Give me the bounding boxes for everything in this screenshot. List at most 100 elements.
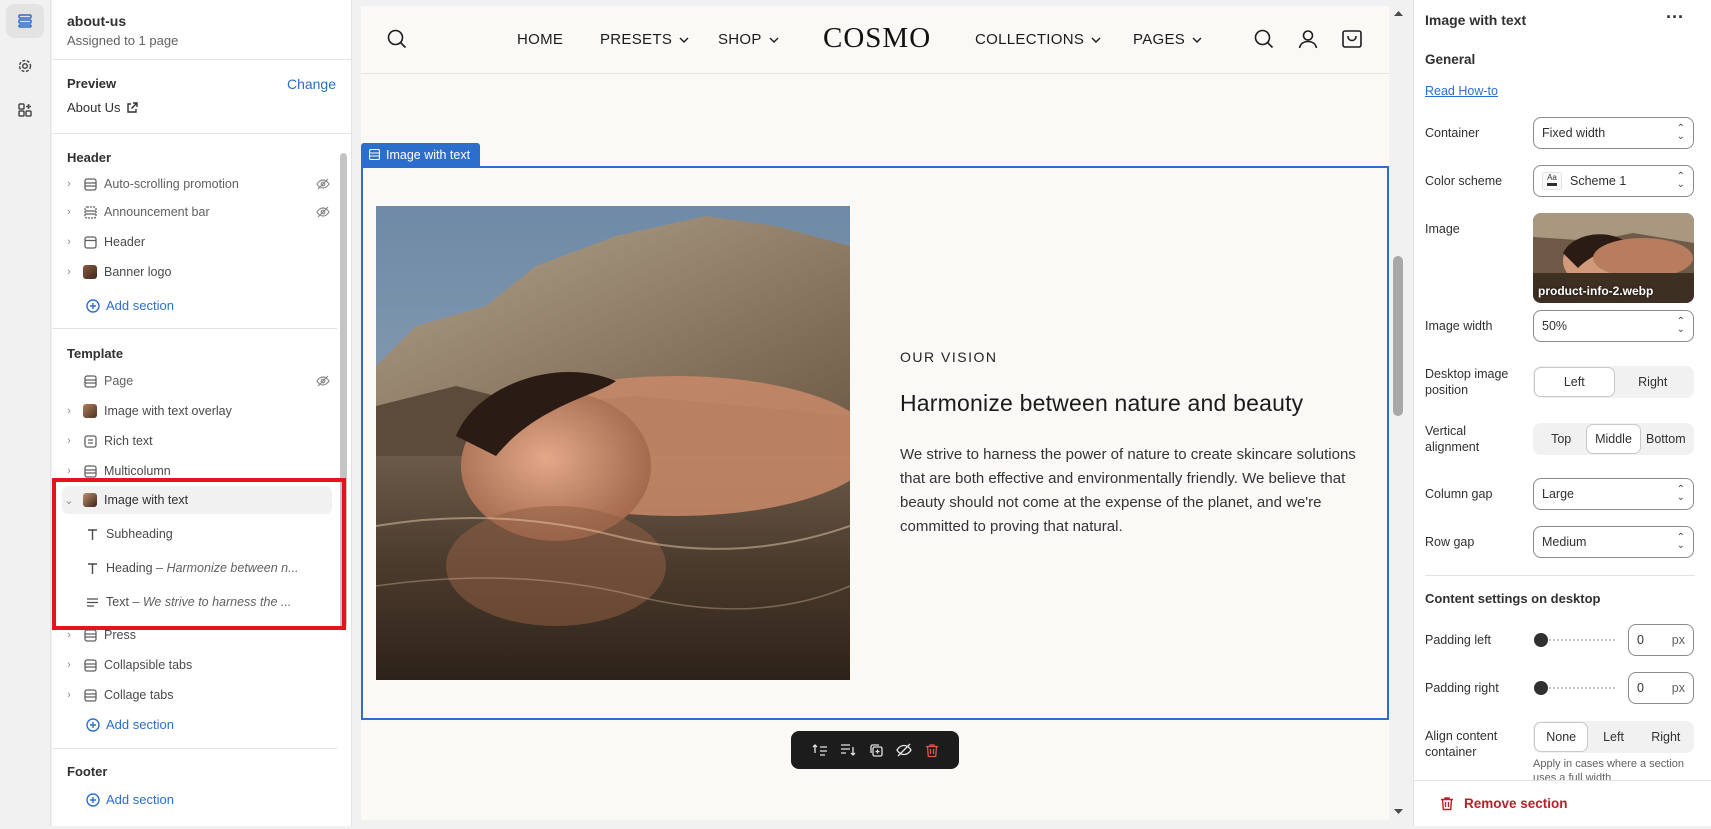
section-icon <box>369 149 380 160</box>
block-row-text[interactable]: Text – We strive to harness the ... <box>78 588 332 616</box>
settings-icon[interactable] <box>6 49 44 83</box>
page-name[interactable]: about-us <box>67 13 336 29</box>
read-howto-link[interactable]: Read How-to <box>1425 84 1498 98</box>
padding-left-input[interactable]: 0 px <box>1628 624 1694 656</box>
duplicate-icon[interactable] <box>869 743 884 758</box>
section-icon <box>82 628 98 642</box>
align-left-option[interactable]: Left <box>1587 723 1639 751</box>
chevron-right-icon[interactable]: › <box>62 405 76 417</box>
row-gap-value: Medium <box>1542 535 1587 549</box>
store-logo[interactable]: COSMO <box>823 22 931 55</box>
section-row-collage-tabs[interactable]: › Collage tabs <box>62 681 332 709</box>
padding-right-input[interactable]: 0 px <box>1628 672 1694 704</box>
nav-collections[interactable]: COLLECTIONS <box>975 31 1101 48</box>
eye-hidden-icon[interactable] <box>314 374 332 388</box>
chevron-right-icon[interactable]: › <box>62 178 76 190</box>
more-options-icon[interactable]: ··· <box>1666 7 1684 28</box>
valign-middle-option[interactable]: Middle <box>1587 425 1640 453</box>
padding-right-slider[interactable] <box>1533 680 1617 696</box>
eye-hidden-icon[interactable] <box>314 177 332 191</box>
section-label: Image with text <box>104 493 189 507</box>
text-t-icon <box>84 562 100 575</box>
chevron-down-icon[interactable]: ⌄ <box>62 494 76 507</box>
section-row-announcement-bar[interactable]: › Announcement bar <box>62 198 332 226</box>
section-row-auto-scrolling-promotion[interactable]: › Auto-scrolling promotion <box>62 170 332 198</box>
left-scrollbar[interactable] <box>340 153 347 628</box>
chevron-right-icon[interactable]: › <box>62 689 76 701</box>
move-up-icon[interactable] <box>812 743 828 757</box>
nav-home[interactable]: HOME <box>517 31 563 48</box>
sections-panel: about-us Assigned to 1 page Preview Chan… <box>52 0 352 826</box>
hide-icon[interactable] <box>896 743 912 757</box>
block-row-subheading[interactable]: Subheading <box>78 520 332 548</box>
nav-label: PRESETS <box>600 31 673 48</box>
image-picker[interactable]: product-info-2.webp <box>1533 213 1694 303</box>
remove-section-button[interactable]: Remove section <box>1414 780 1711 826</box>
section-row-press[interactable]: › Press <box>62 621 332 649</box>
image-filename: product-info-2.webp <box>1538 284 1654 298</box>
section-row-banner-logo[interactable]: › Banner logo <box>62 258 332 286</box>
section-row-page[interactable]: Page <box>62 367 332 395</box>
vision-body[interactable]: We strive to harness the power of nature… <box>900 443 1370 539</box>
cart-icon[interactable] <box>1341 28 1363 50</box>
image-width-label: Image width <box>1425 319 1493 333</box>
color-scheme-select[interactable]: Aa Scheme 1 ⌃ ⌄ <box>1533 165 1694 197</box>
section-row-rich-text[interactable]: › Rich text <box>62 427 332 455</box>
position-left-option[interactable]: Left <box>1535 368 1614 396</box>
chevron-right-icon[interactable]: › <box>62 206 76 218</box>
vision-subheading[interactable]: OUR VISION <box>900 349 997 365</box>
add-section-footer[interactable]: Add section <box>86 792 174 807</box>
valign-top-option[interactable]: Top <box>1535 425 1587 453</box>
chevron-down-icon <box>1091 37 1101 43</box>
block-label: Heading – Harmonize between n... <box>106 561 299 575</box>
nav-shop[interactable]: SHOP <box>718 31 779 48</box>
section-toolbar <box>791 731 959 769</box>
section-image[interactable] <box>376 206 850 680</box>
search-icon[interactable] <box>386 28 408 50</box>
account-icon[interactable] <box>1297 28 1319 50</box>
unit-label: px <box>1671 681 1685 695</box>
apps-icon[interactable] <box>6 93 44 127</box>
chevron-right-icon[interactable]: › <box>62 236 76 248</box>
chevron-right-icon[interactable]: › <box>62 266 76 278</box>
color-scheme-current: Aa Scheme 1 <box>1542 172 1626 190</box>
position-right-option[interactable]: Right <box>1614 368 1693 396</box>
vision-heading[interactable]: Harmonize between nature and beauty <box>900 390 1303 417</box>
delete-icon[interactable] <box>925 743 939 758</box>
section-row-image-with-text[interactable]: ⌄ Image with text <box>62 486 332 514</box>
change-link[interactable]: Change <box>287 76 336 92</box>
move-down-icon[interactable] <box>840 743 856 757</box>
section-tag[interactable]: Image with text <box>361 143 481 166</box>
sections-icon[interactable] <box>6 4 44 38</box>
nav-presets[interactable]: PRESETS <box>600 31 689 48</box>
section-row-multicolumn[interactable]: › Multicolumn <box>62 457 332 485</box>
column-gap-select[interactable]: Large ⌃ ⌄ <box>1533 478 1694 510</box>
chevron-down-icon <box>1192 37 1202 43</box>
image-width-select[interactable]: 50% ⌃ ⌄ <box>1533 310 1694 342</box>
section-row-image-with-text-overlay[interactable]: › Image with text overlay <box>62 397 332 425</box>
section-row-header[interactable]: › Header <box>62 228 332 256</box>
eye-hidden-icon[interactable] <box>314 205 332 219</box>
image-thumbnail-icon <box>82 404 98 418</box>
chevron-right-icon[interactable]: › <box>62 435 76 447</box>
preview-page-link[interactable]: About Us <box>67 100 139 115</box>
add-section-template[interactable]: Add section <box>86 717 174 732</box>
nav-pages[interactable]: PAGES <box>1133 31 1202 48</box>
padding-right-value: 0 <box>1637 681 1644 695</box>
add-section-header[interactable]: Add section <box>86 298 174 313</box>
row-gap-select[interactable]: Medium ⌃ ⌄ <box>1533 526 1694 558</box>
container-select[interactable]: Fixed width ⌃ ⌄ <box>1533 117 1694 149</box>
section-row-collapsible-tabs[interactable]: › Collapsible tabs <box>62 651 332 679</box>
align-right-option[interactable]: Right <box>1640 723 1692 751</box>
padding-left-slider[interactable] <box>1533 632 1617 648</box>
chevron-right-icon[interactable]: › <box>62 659 76 671</box>
chevron-right-icon[interactable]: › <box>62 465 76 477</box>
block-row-heading[interactable]: Heading – Harmonize between n... <box>78 554 332 582</box>
section-tag-label: Image with text <box>386 147 471 162</box>
preview-scrollbar[interactable] <box>1390 0 1407 826</box>
chevron-right-icon[interactable]: › <box>62 629 76 641</box>
search-icon[interactable] <box>1253 28 1275 50</box>
align-none-option[interactable]: None <box>1535 723 1588 751</box>
nav-label: PAGES <box>1133 31 1186 48</box>
valign-bottom-option[interactable]: Bottom <box>1640 425 1692 453</box>
